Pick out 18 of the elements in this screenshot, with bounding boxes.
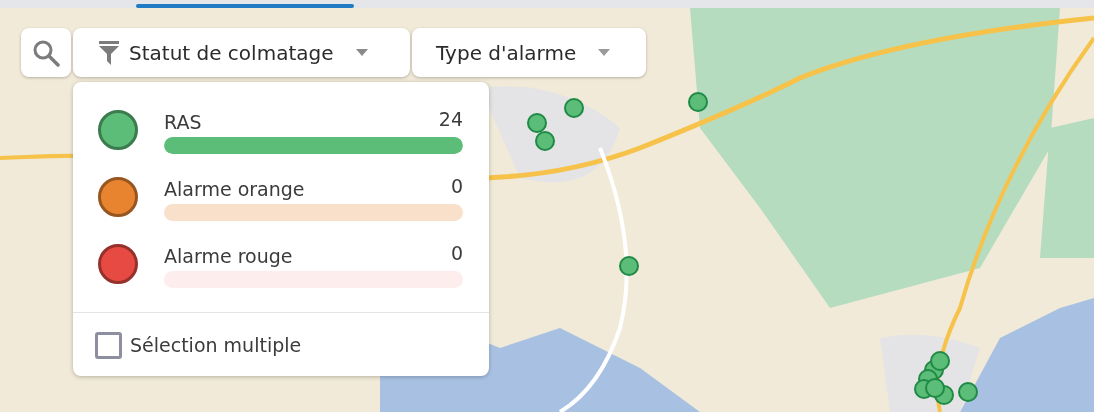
caret-icon bbox=[598, 49, 611, 56]
filter-dropdown[interactable]: Type d'alarme bbox=[412, 28, 646, 77]
caret-icon bbox=[355, 49, 368, 56]
status-dot[interactable] bbox=[98, 176, 138, 217]
status-count: 0 bbox=[450, 240, 463, 266]
filter-dropdown[interactable]: Statut de colmatage bbox=[73, 28, 410, 77]
status-label: Alarme orange bbox=[164, 179, 305, 201]
checkbox[interactable] bbox=[95, 331, 122, 359]
filter-icon bbox=[99, 40, 119, 65]
search-button[interactable] bbox=[21, 28, 71, 77]
status-count: 24 bbox=[438, 106, 463, 132]
status-label: RAS bbox=[164, 112, 202, 134]
search-icon bbox=[32, 38, 60, 67]
status-label: Alarme rouge bbox=[164, 246, 293, 268]
checkbox-label: Sélection multiple bbox=[130, 333, 302, 358]
status-count: 0 bbox=[450, 173, 463, 199]
status-dot[interactable] bbox=[98, 109, 138, 150]
status-dot[interactable] bbox=[98, 243, 138, 284]
